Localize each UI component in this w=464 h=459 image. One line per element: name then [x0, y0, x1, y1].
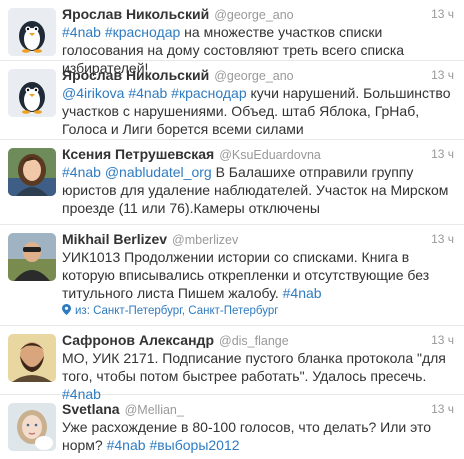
tweet-timestamp[interactable]: 13 ч	[431, 66, 454, 84]
author-handle[interactable]: @mberlizev	[172, 233, 238, 247]
tweet-timestamp[interactable]: 13 ч	[431, 400, 454, 418]
author-name[interactable]: Ярослав Никольский	[62, 67, 209, 83]
woman-photo-avatar[interactable]	[8, 148, 56, 196]
tweet-text-segment: МО, УИК 2171. Подписание пустого бланка …	[62, 350, 446, 384]
hashtag-link[interactable]: #4nab	[62, 164, 101, 180]
tweet-timestamp[interactable]: 13 ч	[431, 331, 454, 349]
hashtag-link[interactable]: #краснодар	[105, 24, 180, 40]
girl-photo-avatar[interactable]	[8, 403, 56, 451]
tweet-timestamp[interactable]: 13 ч	[431, 230, 454, 248]
author-handle[interactable]: @KsuEduardovna	[219, 148, 321, 162]
hashtag-link[interactable]: #4nab	[128, 85, 167, 101]
author-name[interactable]: Mikhail Berlizev	[62, 231, 167, 247]
tweet-item[interactable]: Ксения Петрушевская @KsuEduardovna 13 ч #…	[0, 140, 464, 225]
tweet-timestamp[interactable]: 13 ч	[431, 5, 454, 23]
tweet-text: УИК1013 Продолжении истории со списками.…	[62, 248, 456, 302]
tweet-item[interactable]: Ярослав Никольский @george_ano 13 ч @4iri…	[0, 61, 464, 140]
hashtag-link[interactable]: #краснодар	[171, 85, 246, 101]
author-name[interactable]: Сафронов Александр	[62, 332, 214, 348]
geo-location-text: из: Санкт-Петербург, Санкт-Петербург	[75, 305, 279, 317]
man-photo-avatar[interactable]	[8, 233, 56, 281]
tweet-timestamp[interactable]: 13 ч	[431, 145, 454, 163]
author-handle[interactable]: @george_ano	[214, 8, 293, 22]
geo-location-link[interactable]: из: Санкт-Петербург, Санкт-Петербург	[62, 303, 278, 319]
tweet-feed: Ярослав Никольский @george_ano 13 ч #4nab…	[0, 0, 464, 459]
location-pin-icon	[62, 304, 71, 315]
mention-link[interactable]: @4irikova	[62, 85, 124, 101]
tweet-item[interactable]: Ярослав Никольский @george_ano 13 ч #4nab…	[0, 0, 464, 76]
tweet-item[interactable]: Сафронов Александр @dis_flange 13 ч МО, У…	[0, 326, 464, 402]
man-beard-avatar[interactable]	[8, 334, 56, 382]
egg-penguin-avatar[interactable]	[8, 8, 56, 56]
hashtag-link[interactable]: #4nab	[283, 285, 322, 301]
hashtag-link[interactable]: #выборы2012	[149, 437, 239, 453]
author-handle[interactable]: @george_ano	[214, 69, 293, 83]
tweet-text: @4irikova #4nab #краснодар кучи нарушени…	[62, 84, 456, 138]
hashtag-link[interactable]: #4nab	[107, 437, 146, 453]
author-name[interactable]: Ксения Петрушевская	[62, 146, 214, 162]
tweet-item[interactable]: Svetlana @Mellian_ 13 ч Уже расхождение в…	[0, 395, 464, 459]
egg-penguin-avatar[interactable]	[8, 69, 56, 117]
author-handle[interactable]: @dis_flange	[219, 334, 289, 348]
author-handle[interactable]: @Mellian_	[125, 403, 184, 417]
author-name[interactable]: Ярослав Никольский	[62, 6, 209, 22]
author-name[interactable]: Svetlana	[62, 401, 120, 417]
tweet-item[interactable]: Mikhail Berlizev @mberlizev 13 ч УИК1013 …	[0, 225, 464, 326]
tweet-text: Уже расхождение в 80-100 голосов, что де…	[62, 418, 456, 454]
hashtag-link[interactable]: #4nab	[62, 24, 101, 40]
tweet-text: #4nab @nabludatel_org В Балашихе отправи…	[62, 163, 456, 217]
tweet-text-segment: УИК1013 Продолжении истории со списками.…	[62, 249, 430, 301]
mention-link[interactable]: @nabludatel_org	[105, 164, 212, 180]
